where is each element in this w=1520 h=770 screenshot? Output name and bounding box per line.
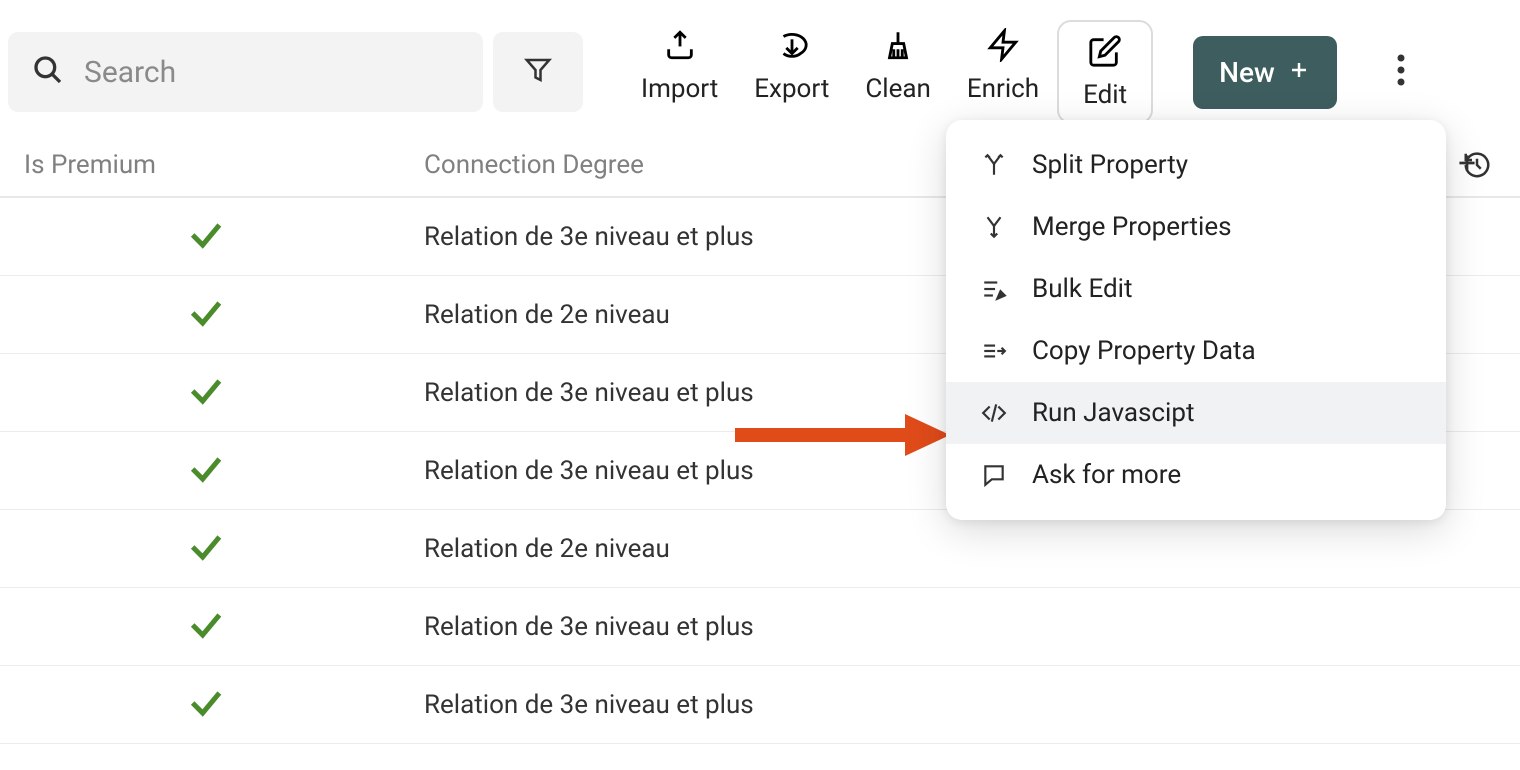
table-row[interactable]: Relation de 3e niveau et plus	[0, 588, 1520, 666]
export-icon	[775, 28, 809, 66]
dropdown-item-label: Bulk Edit	[1032, 274, 1133, 304]
filter-button[interactable]	[493, 32, 583, 112]
export-button[interactable]: Export	[736, 20, 847, 124]
check-icon	[186, 474, 226, 493]
cell-premium	[24, 371, 424, 415]
edit-icon	[1088, 34, 1122, 72]
import-label: Import	[641, 74, 718, 104]
table-row[interactable]: Relation de 2e niveau	[0, 510, 1520, 588]
dropdown-item[interactable]: Copy Property Data	[946, 320, 1446, 382]
column-header-premium[interactable]: Is Premium	[24, 150, 424, 180]
search-input[interactable]	[84, 55, 459, 90]
cell-connection: Relation de 2e niveau	[424, 534, 1520, 564]
cell-premium	[24, 449, 424, 493]
cell-premium	[24, 293, 424, 337]
dropdown-item[interactable]: Split Property	[946, 134, 1446, 196]
new-button[interactable]: New	[1193, 36, 1337, 109]
check-icon	[186, 318, 226, 337]
edit-label: Edit	[1083, 80, 1127, 110]
import-icon	[663, 28, 697, 66]
copy-icon	[980, 338, 1008, 364]
check-icon	[186, 552, 226, 571]
more-button[interactable]	[1387, 44, 1415, 100]
dropdown-item-label: Ask for more	[1032, 460, 1181, 490]
split-icon	[980, 152, 1008, 178]
check-icon	[186, 630, 226, 649]
history-icon	[1462, 165, 1492, 184]
chat-icon	[980, 462, 1008, 488]
history-button[interactable]	[1462, 150, 1492, 184]
more-icon	[1397, 71, 1405, 90]
import-button[interactable]: Import	[623, 20, 736, 124]
cell-premium	[24, 605, 424, 649]
check-icon	[186, 708, 226, 727]
cell-connection: Relation de 3e niveau et plus	[424, 690, 1520, 720]
dropdown-item-label: Run Javascipt	[1032, 398, 1194, 428]
check-icon	[186, 240, 226, 259]
dropdown-item-label: Merge Properties	[1032, 212, 1232, 242]
cell-connection: Relation de 3e niveau et plus	[424, 612, 1520, 642]
table-row[interactable]: Relation de 3e niveau et plus	[0, 666, 1520, 744]
dropdown-item[interactable]: Ask for more	[946, 444, 1446, 506]
enrich-icon	[986, 28, 1020, 66]
edit-button[interactable]: Edit	[1057, 20, 1153, 124]
dropdown-item[interactable]: Run Javascipt	[946, 382, 1446, 444]
dropdown-item-label: Split Property	[1032, 150, 1188, 180]
new-button-label: New	[1219, 56, 1275, 89]
bulk-icon	[980, 276, 1008, 302]
filter-icon	[523, 55, 553, 89]
enrich-button[interactable]: Enrich	[949, 20, 1057, 124]
dropdown-item-label: Copy Property Data	[1032, 336, 1256, 366]
cell-premium	[24, 215, 424, 259]
plus-icon	[1287, 56, 1311, 89]
clean-label: Clean	[865, 74, 931, 104]
search-icon	[32, 54, 64, 90]
enrich-label: Enrich	[967, 74, 1039, 104]
cell-premium	[24, 527, 424, 571]
merge-icon	[980, 214, 1008, 240]
edit-dropdown-menu: Split Property Merge Properties Bulk Edi…	[946, 120, 1446, 520]
cell-premium	[24, 683, 424, 727]
dropdown-item[interactable]: Bulk Edit	[946, 258, 1446, 320]
code-icon	[980, 400, 1008, 426]
check-icon	[186, 396, 226, 415]
export-label: Export	[754, 74, 829, 104]
search-box[interactable]	[8, 32, 483, 112]
clean-button[interactable]: Clean	[847, 20, 949, 124]
action-buttons: Import Export Clean	[623, 20, 1153, 124]
clean-icon	[881, 28, 915, 66]
dropdown-item[interactable]: Merge Properties	[946, 196, 1446, 258]
